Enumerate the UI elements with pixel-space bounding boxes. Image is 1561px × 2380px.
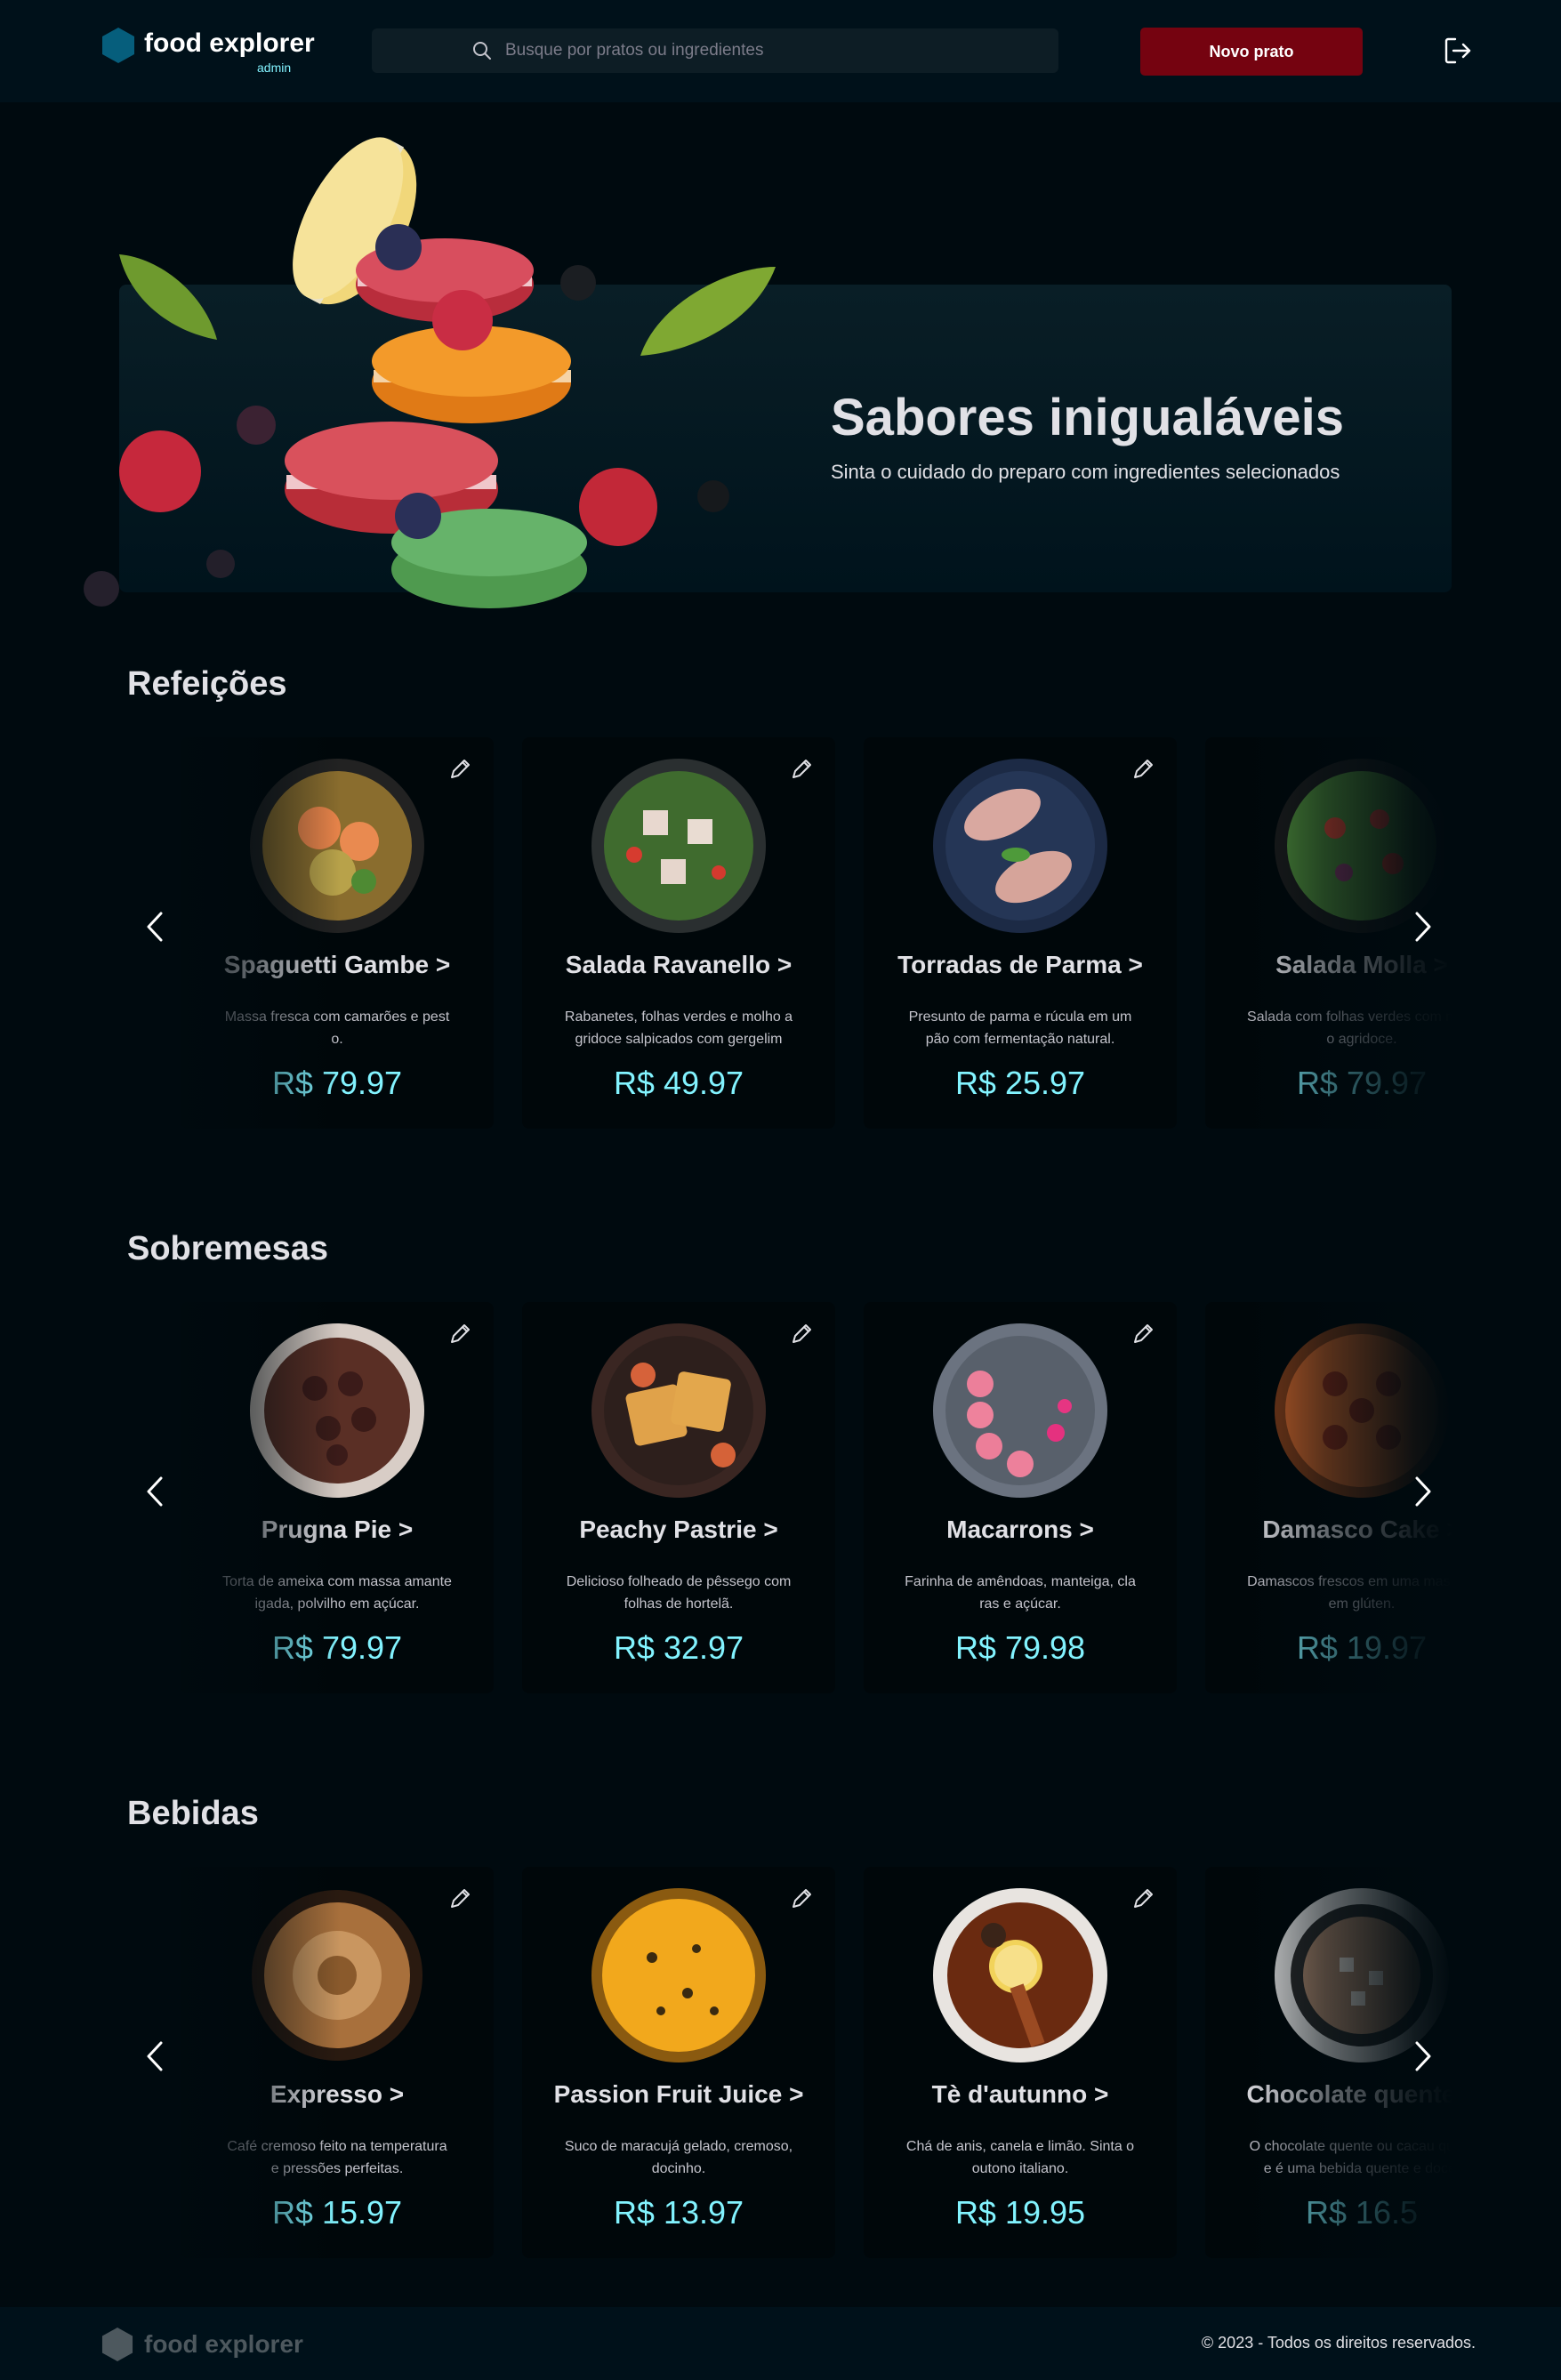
macarons-illustration	[84, 137, 776, 608]
dish-name[interactable]: Peachy Pastrie >	[487, 1516, 871, 1544]
dish-description: Café cremoso feito na temperatura e pres…	[227, 2139, 447, 2176]
dish-description: Massa fresca com camarões e pesto.	[224, 1009, 450, 1047]
carousel-refeicoes: Spaguetti Gambe > Massa fresca com camar…	[127, 737, 1452, 1129]
dish-description: Rabanetes, folhas verdes e molho agridoc…	[564, 1009, 793, 1047]
dish-price: R$ 15.97	[271, 2194, 403, 2231]
carousel-sobremesas: Prugna Pie > Torta de ameixa com massa a…	[127, 1302, 1452, 1693]
dish-description: Chá de anis, canela e limão. Sinta o out…	[905, 2139, 1135, 2176]
dish-price: R$ 79.98	[954, 1629, 1086, 1666]
section-title-refeicoes: Refeições	[127, 665, 287, 703]
dish-price: R$ 79.97	[271, 1065, 403, 1101]
dish-price: R$ 13.97	[613, 2194, 744, 2231]
pencil-icon[interactable]	[789, 1322, 814, 1347]
dish-card[interactable]: Spaguetti Gambe > Massa fresca com camar…	[181, 737, 494, 1129]
banner-subtitle: Sinta o cuidado do preparo com ingredien…	[831, 461, 1340, 483]
dish-description: Presunto de parma e rúcula em um pão com…	[908, 1009, 1132, 1047]
dish-name[interactable]: Prugna Pie >	[145, 1516, 529, 1544]
dish-name[interactable]: Salada Molla >	[1170, 951, 1452, 979]
dish-name[interactable]: Passion Fruit Juice >	[487, 2080, 871, 2109]
dish-price: R$ 79.97	[1296, 1065, 1428, 1101]
dish-photo-peachy-pastrie[interactable]	[590, 1322, 768, 1500]
dish-card[interactable]: Prugna Pie > Torta de ameixa com massa a…	[181, 1302, 494, 1693]
dish-card[interactable]: Tè d'autunno > Chá de anis, canela e lim…	[864, 1867, 1177, 2258]
dish-photo-salada-ravanello[interactable]	[590, 757, 768, 935]
brand-logo[interactable]: food explorer admin	[101, 27, 315, 75]
chevron-left-icon[interactable]	[140, 903, 172, 951]
dish-card[interactable]: Peachy Pastrie > Delicioso folheado de p…	[522, 1302, 835, 1693]
search-input[interactable]	[505, 28, 1003, 73]
hexagon-logo-icon	[101, 2328, 133, 2361]
pencil-icon[interactable]	[447, 757, 472, 782]
pencil-icon[interactable]	[447, 1886, 472, 1911]
pencil-icon[interactable]	[447, 1322, 472, 1347]
dish-description: Delicioso folheado de pêssego com folhas…	[566, 1574, 792, 1612]
admin-badge: admin	[257, 60, 292, 75]
dish-price: R$ 32.97	[613, 1629, 744, 1666]
dish-photo-spaguetti[interactable]	[248, 757, 426, 935]
carousel-bebidas: Expresso > Café cremoso feito na tempera…	[127, 1867, 1452, 2258]
new-dish-button[interactable]: Novo prato	[1140, 28, 1363, 76]
dish-photo-passion-fruit-juice[interactable]	[590, 1886, 768, 2064]
dish-price: R$ 49.97	[613, 1065, 744, 1101]
dish-price: R$ 25.97	[954, 1065, 1086, 1101]
dish-card[interactable]: Salada Ravanello > Rabanetes, folhas ver…	[522, 737, 835, 1129]
pencil-icon[interactable]	[1131, 757, 1155, 782]
footer-brand-logo: food explorer	[101, 2327, 315, 2362]
section-title-bebidas: Bebidas	[127, 1795, 259, 1832]
dish-photo-prugna-pie[interactable]	[248, 1322, 426, 1500]
dish-card[interactable]: Passion Fruit Juice > Suco de maracujá g…	[522, 1867, 835, 2258]
pencil-icon[interactable]	[789, 1886, 814, 1911]
chevron-left-icon[interactable]	[140, 2032, 172, 2080]
dish-name[interactable]: Chocolate quente >	[1170, 2080, 1452, 2109]
chevron-right-icon[interactable]	[1406, 2032, 1438, 2080]
banner-title: Sabores inigualáveis	[831, 389, 1345, 446]
dish-photo-torradas[interactable]	[931, 757, 1109, 935]
pencil-icon[interactable]	[789, 757, 814, 782]
dish-name[interactable]: Tè d'autunno >	[828, 2080, 1212, 2109]
dish-photo-macarrons[interactable]	[931, 1322, 1109, 1500]
dish-name[interactable]: Damasco Cake >	[1170, 1516, 1452, 1544]
dish-description: Salada com folhas verdes com molho agrid…	[1247, 1009, 1452, 1047]
dish-price: R$ 16.5	[1305, 2194, 1419, 2231]
dish-name[interactable]: Torradas de Parma >	[828, 951, 1212, 979]
dish-card[interactable]: Expresso > Café cremoso feito na tempera…	[181, 1867, 494, 2258]
pencil-icon[interactable]	[1131, 1322, 1155, 1347]
dish-description: Suco de maracujá gelado, cremoso, docinh…	[564, 2139, 793, 2176]
search-bar[interactable]	[372, 28, 1058, 73]
hexagon-logo-icon	[102, 28, 134, 63]
dish-description: Farinha de amêndoas, manteiga, claras e …	[905, 1574, 1136, 1612]
dish-description: Damascos frescos em uma massa sem glúten…	[1247, 1574, 1452, 1612]
chevron-right-icon[interactable]	[1406, 1467, 1438, 1516]
brand-name: food explorer	[144, 28, 315, 58]
dish-name[interactable]: Spaguetti Gambe >	[145, 951, 529, 979]
chevron-left-icon[interactable]	[140, 1467, 172, 1516]
dish-price: R$ 19.95	[954, 2194, 1086, 2231]
dish-photo-te-dautunno[interactable]	[931, 1886, 1109, 2064]
page-footer: food explorer © 2023 - Todos os direitos…	[0, 2307, 1561, 2380]
dish-card[interactable]: Torradas de Parma > Presunto de parma e …	[864, 737, 1177, 1129]
sign-out-icon[interactable]	[1443, 36, 1473, 66]
pencil-icon[interactable]	[1131, 1886, 1155, 1911]
dish-card[interactable]: Macarrons > Farinha de amêndoas, manteig…	[864, 1302, 1177, 1693]
section-title-sobremesas: Sobremesas	[127, 1230, 329, 1267]
footer-brand-name: food explorer	[144, 2330, 303, 2358]
top-header: food explorer admin Novo prato	[0, 0, 1561, 102]
dish-photo-expresso[interactable]	[248, 1886, 426, 2064]
dish-description: O chocolate quente ou cacau quente é uma…	[1249, 2139, 1452, 2176]
chevron-right-icon[interactable]	[1406, 903, 1438, 951]
dish-price: R$ 79.97	[271, 1629, 403, 1666]
dish-name[interactable]: Salada Ravanello >	[487, 951, 871, 979]
dish-price: R$ 19.97	[1296, 1629, 1428, 1666]
dish-name[interactable]: Macarrons >	[828, 1516, 1212, 1544]
dish-description: Torta de ameixa com massa amanteigada, p…	[222, 1574, 452, 1612]
search-icon	[473, 42, 491, 60]
dish-name[interactable]: Expresso >	[145, 2080, 529, 2109]
copyright-text: © 2023 - Todos os direitos reservados.	[1201, 2334, 1476, 2352]
